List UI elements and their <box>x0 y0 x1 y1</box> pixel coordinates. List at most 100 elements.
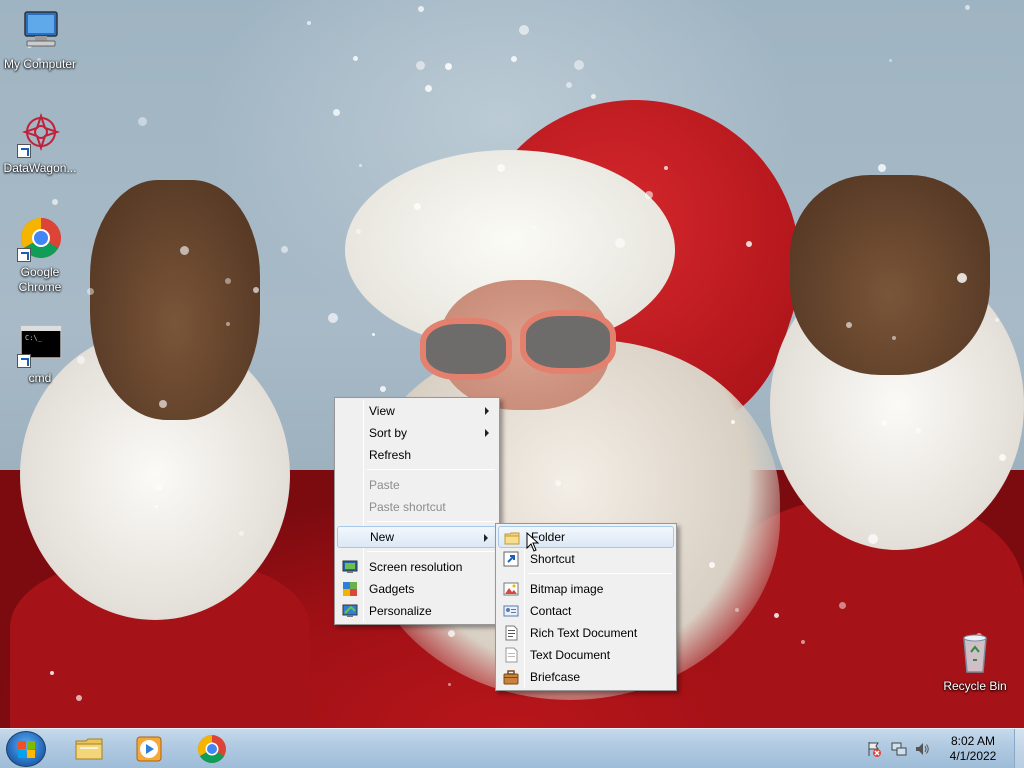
volume-icon[interactable] <box>914 741 930 757</box>
menu-item-new-briefcase[interactable]: Briefcase <box>498 666 674 688</box>
briefcase-icon <box>503 669 519 685</box>
desktop-icon-datawagon[interactable]: DataWagon... <box>0 112 80 176</box>
desktop-icon-label: My Computer <box>3 57 77 71</box>
snowflake <box>359 164 362 167</box>
snowflake <box>801 640 805 644</box>
menu-separator <box>528 573 672 574</box>
shortcut-overlay-icon <box>17 354 31 368</box>
menu-item-view[interactable]: View <box>337 400 497 422</box>
personalize-icon <box>342 603 358 619</box>
snowflake <box>281 246 288 253</box>
clock-date: 4/1/2022 <box>949 749 997 763</box>
submenu-arrow-icon <box>485 429 489 437</box>
menu-item-paste-shortcut: Paste shortcut <box>337 496 497 518</box>
snowflake <box>52 199 58 205</box>
menu-item-label: Refresh <box>369 448 412 462</box>
menu-item-new-folder[interactable]: Folder <box>498 526 674 548</box>
menu-item-personalize[interactable]: Personalize <box>337 600 497 622</box>
snowflake <box>846 322 852 328</box>
snowflake <box>372 333 375 336</box>
snowflake <box>418 6 424 12</box>
menu-item-sort-by[interactable]: Sort by <box>337 422 497 444</box>
snowflake <box>448 683 451 686</box>
snowflake <box>615 238 625 248</box>
menu-item-new-shortcut[interactable]: Shortcut <box>498 548 674 570</box>
action-center-icon[interactable] <box>866 741 882 757</box>
menu-item-label: Bitmap image <box>530 582 604 596</box>
menu-item-refresh[interactable]: Refresh <box>337 444 497 466</box>
snowflake <box>731 420 735 424</box>
wallpaper-glove-left <box>90 180 260 420</box>
snowflake <box>333 109 340 116</box>
desktop-icon-recycle-bin[interactable]: Recycle Bin <box>935 630 1015 694</box>
desktop-icon-label: DataWagon... <box>3 161 77 175</box>
folder-icon <box>504 530 520 546</box>
snowflake <box>519 25 529 35</box>
taskbar-file-explorer[interactable] <box>64 733 116 765</box>
wallpaper-glasses-left <box>420 318 512 380</box>
start-button[interactable] <box>6 731 46 767</box>
show-desktop-button[interactable] <box>1014 729 1024 768</box>
snowflake <box>574 60 584 70</box>
snowflake <box>511 56 517 62</box>
menu-item-label: Sort by <box>369 426 408 440</box>
datawagon-icon <box>17 112 63 158</box>
menu-item-paste: Paste <box>337 474 497 496</box>
chrome-icon <box>17 216 63 262</box>
menu-item-label: Paste shortcut <box>369 500 446 514</box>
shortcut-overlay-icon <box>17 144 31 158</box>
shortcut-icon <box>503 551 519 567</box>
wallpaper-glasses-right <box>520 310 616 374</box>
snowflake <box>774 613 779 618</box>
taskbar-media-player[interactable] <box>124 733 176 765</box>
snowflake <box>226 322 230 326</box>
menu-item-screen-resolution[interactable]: Screen resolution <box>337 556 497 578</box>
gadgets-icon <box>342 581 358 597</box>
snowflake <box>328 313 338 323</box>
snowflake <box>414 203 421 210</box>
menu-item-new-bitmap[interactable]: Bitmap image <box>498 578 674 600</box>
windows-logo-icon <box>18 741 36 759</box>
menu-item-label: Rich Text Document <box>530 626 638 640</box>
menu-item-label: New <box>370 530 395 544</box>
menu-item-label: Briefcase <box>530 670 581 684</box>
file-explorer-icon <box>75 738 103 760</box>
menu-item-label: View <box>369 404 395 418</box>
snowflake <box>159 400 167 408</box>
rich-text-icon <box>503 625 519 641</box>
menu-item-new-text-document[interactable]: Text Document <box>498 644 674 666</box>
snowflake <box>957 273 967 283</box>
taskbar-clock[interactable]: 8:02 AM 4/1/2022 <box>940 734 1006 764</box>
network-icon[interactable] <box>891 741 907 757</box>
snowflake <box>138 117 147 126</box>
submenu-arrow-icon <box>485 407 489 415</box>
snowflake <box>353 56 358 61</box>
menu-item-new-rich-text[interactable]: Rich Text Document <box>498 622 674 644</box>
desktop-icon-cmd[interactable]: C:\_ cmd <box>0 322 80 386</box>
snowflake <box>995 318 999 322</box>
menu-item-new-contact[interactable]: Contact <box>498 600 674 622</box>
desktop-icon-google-chrome[interactable]: Google Chrome <box>0 216 80 295</box>
menu-item-gadgets[interactable]: Gadgets <box>337 578 497 600</box>
snowflake <box>892 336 896 340</box>
desktop-icon-my-computer[interactable]: My Computer <box>0 8 80 72</box>
desktop-context-menu: View Sort by Refresh Paste Paste shortcu… <box>334 397 500 625</box>
clock-time: 8:02 AM <box>950 734 996 748</box>
menu-item-label: Paste <box>369 478 400 492</box>
text-document-icon <box>503 647 519 663</box>
snowflake <box>76 695 82 701</box>
snowflake <box>868 534 878 544</box>
snowflake <box>746 241 752 247</box>
menu-item-new[interactable]: New <box>337 526 497 548</box>
snowflake <box>839 602 846 609</box>
taskbar-chrome[interactable] <box>186 733 238 765</box>
menu-item-label: Gadgets <box>369 582 415 596</box>
snowflake <box>380 386 386 392</box>
snowflake <box>425 85 432 92</box>
chrome-icon <box>198 735 226 763</box>
desktop-icon-label: Recycle Bin <box>943 679 1007 693</box>
desktop-icon-label: Google Chrome <box>18 265 62 294</box>
snowflake <box>253 287 259 293</box>
snowflake <box>180 246 189 255</box>
snowflake <box>709 562 715 568</box>
